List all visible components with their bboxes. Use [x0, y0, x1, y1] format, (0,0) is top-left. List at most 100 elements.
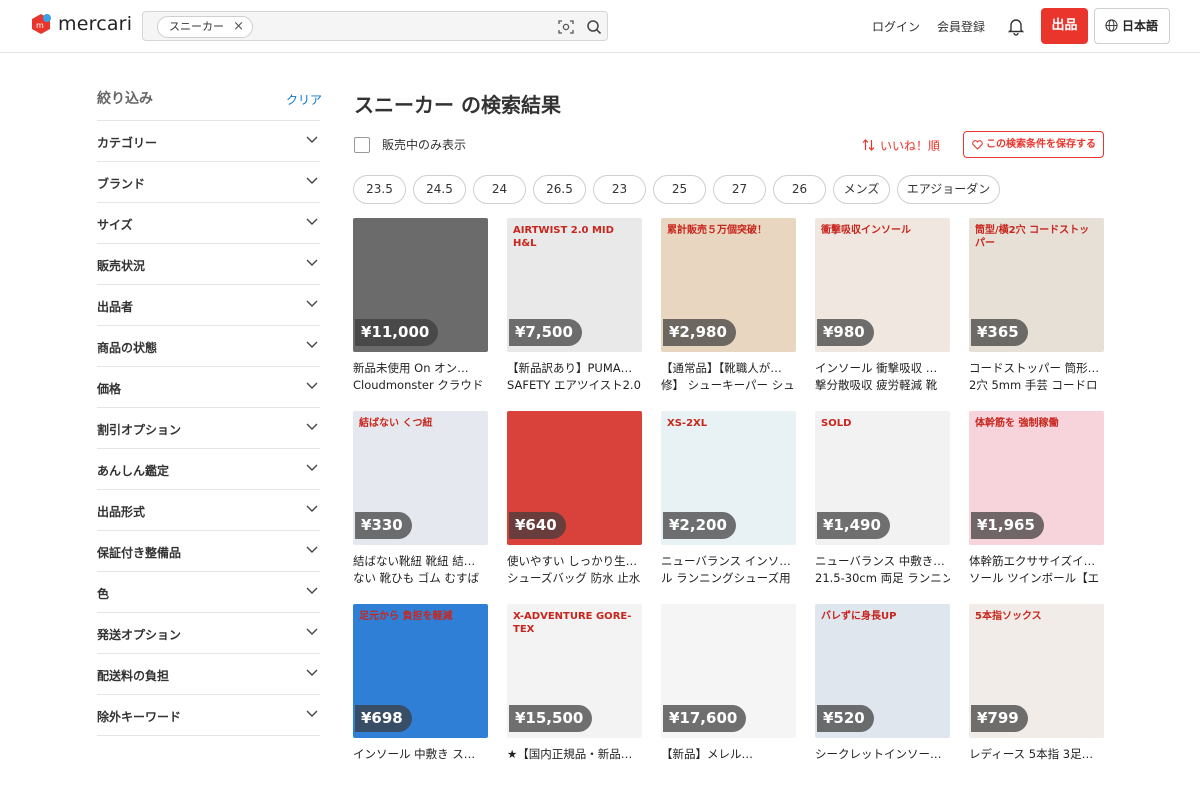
product-card[interactable]: 足元から 負担を軽減 ¥698 インソール 中敷き ス…: [353, 604, 488, 797]
product-name[interactable]: シークレットインソー…: [815, 746, 950, 763]
filter-shipping-option[interactable]: 発送オプション: [97, 613, 320, 654]
search-bar[interactable]: スニーカー ×: [142, 11, 608, 41]
filter-refurbished[interactable]: 保証付き整備品: [97, 531, 320, 572]
product-card[interactable]: AIRTWIST 2.0 MID H&L ¥7,500 【新品訳あり】PUMA… SA…: [507, 218, 642, 411]
tag-chip[interactable]: 26.5: [533, 175, 586, 204]
product-card[interactable]: ¥640 使いやすい しっかり生… シューズバッグ 防水 止水: [507, 411, 642, 604]
sort-label: いいね！順: [880, 139, 941, 153]
tag-chip[interactable]: 25: [653, 175, 706, 204]
search-icon[interactable]: [586, 19, 602, 35]
product-card[interactable]: 筒型/横2穴 コードストッパー ¥365 コードストッパー 筒形… 2穴 5mm 手芸…: [969, 218, 1104, 411]
save-search-button[interactable]: この検索条件を保存する: [963, 131, 1104, 158]
sell-button[interactable]: 出品: [1041, 8, 1088, 44]
price-tag: ¥2,200: [663, 512, 736, 539]
product-name-line: ★【国内正規品・新品…: [507, 747, 633, 761]
product-image[interactable]: ¥11,000: [353, 218, 488, 352]
filter-listing-format[interactable]: 出品形式: [97, 490, 320, 531]
product-image[interactable]: AIRTWIST 2.0 MID H&L ¥7,500: [507, 218, 642, 352]
product-name-line: 撃分散吸収 疲労軽減 靴: [815, 378, 938, 392]
filter-category[interactable]: カテゴリー: [97, 121, 320, 162]
filter-label: 出品者: [97, 300, 134, 314]
language-button[interactable]: 日本語: [1094, 8, 1170, 44]
filter-brand[interactable]: ブランド: [97, 162, 320, 203]
tag-chip[interactable]: 27: [713, 175, 766, 204]
product-image[interactable]: ¥640: [507, 411, 642, 545]
product-name[interactable]: コードストッパー 筒形… 2穴 5mm 手芸 コードロ: [969, 360, 1104, 394]
chip-close-icon[interactable]: ×: [233, 17, 244, 37]
filter-price[interactable]: 価格: [97, 367, 320, 408]
filter-seller[interactable]: 出品者: [97, 285, 320, 326]
product-name[interactable]: 新品未使用 On オン… Cloudmonster クラウド: [353, 360, 488, 394]
image-caption: AIRTWIST 2.0 MID H&L: [513, 225, 614, 249]
filter-size[interactable]: サイズ: [97, 203, 320, 244]
product-card[interactable]: 体幹筋を 強制稼働 ¥1,965 体幹筋エクササイズイ… ソール ツインボール【エ: [969, 411, 1104, 604]
product-image[interactable]: 足元から 負担を軽減 ¥698: [353, 604, 488, 738]
tag-chip[interactable]: 23: [593, 175, 646, 204]
tag-chip[interactable]: 24.5: [413, 175, 466, 204]
product-card[interactable]: SOLD ¥1,490 ニューバランス 中敷き… 21.5-30cm 両足 ランニン: [815, 411, 950, 604]
login-link[interactable]: ログイン: [872, 18, 920, 35]
notification-bell-icon[interactable]: [1006, 16, 1026, 36]
product-name[interactable]: 体幹筋エクササイズイ… ソール ツインボール【エ: [969, 553, 1104, 587]
filter-exclude-keyword[interactable]: 除外キーワード: [97, 695, 320, 736]
product-image[interactable]: 筒型/横2穴 コードストッパー ¥365: [969, 218, 1104, 352]
on-sale-checkbox[interactable]: [354, 136, 370, 153]
product-image[interactable]: 5本指ソックス ¥799: [969, 604, 1104, 738]
product-card[interactable]: 累計販売５万個突破！ ¥2,980 【通常品】【靴職人が… 修】 シューキーパー シュ: [661, 218, 796, 411]
product-name[interactable]: ニューバランス 中敷き… 21.5-30cm 両足 ランニン: [815, 553, 950, 587]
filter-condition[interactable]: 商品の状態: [97, 326, 320, 367]
product-card[interactable]: 結ばない くつ紐 ¥330 結ばない靴紐 靴紐 結… ない 靴ひも ゴム むすば: [353, 411, 488, 604]
product-name[interactable]: ニューバランス インソ… ル ランニングシューズ用: [661, 553, 796, 587]
on-sale-label: 販売中のみ表示: [382, 138, 467, 152]
chevron-down-icon: [306, 341, 318, 348]
filter-label: 販売状況: [97, 259, 146, 273]
product-image[interactable]: XS-2XL ¥2,200: [661, 411, 796, 545]
product-image[interactable]: X-ADVENTURE GORE-TEX ¥15,500: [507, 604, 642, 738]
tag-chip[interactable]: 24: [473, 175, 526, 204]
search-chip[interactable]: スニーカー ×: [157, 16, 253, 38]
product-name[interactable]: 結ばない靴紐 靴紐 結… ない 靴ひも ゴム むすば: [353, 553, 488, 587]
register-link[interactable]: 会員登録: [937, 18, 985, 35]
tag-chip[interactable]: メンズ: [833, 175, 890, 204]
product-card[interactable]: XS-2XL ¥2,200 ニューバランス インソ… ル ランニングシューズ用: [661, 411, 796, 604]
filter-list: カテゴリー ブランド サイズ 販売状況 出品者 商品の状態 価格 割引オプション…: [97, 120, 320, 736]
product-image[interactable]: 衝撃吸収インソール ¥980: [815, 218, 950, 352]
product-name[interactable]: 【新品訳あり】PUMA… SAFETY エアツイスト2.0: [507, 360, 642, 394]
chevron-down-icon: [306, 628, 318, 635]
product-card[interactable]: バレずに身長UP ¥520 シークレットインソー…: [815, 604, 950, 797]
product-image[interactable]: SOLD ¥1,490: [815, 411, 950, 545]
tag-chip[interactable]: 23.5: [353, 175, 406, 204]
filter-discount[interactable]: 割引オプション: [97, 408, 320, 449]
product-image[interactable]: バレずに身長UP ¥520: [815, 604, 950, 738]
filter-clear-link[interactable]: クリア: [286, 91, 322, 108]
mercari-logo[interactable]: m mercari: [30, 13, 132, 35]
product-card[interactable]: 衝撃吸収インソール ¥980 インソール 衝撃吸収 … 撃分散吸収 疲労軽減 靴: [815, 218, 950, 411]
product-image[interactable]: ¥17,600: [661, 604, 796, 738]
product-name[interactable]: インソール 中敷き ス…: [353, 746, 488, 763]
sort-icon: [862, 139, 875, 151]
product-name[interactable]: ★【国内正規品・新品…: [507, 746, 642, 763]
product-card[interactable]: 5本指ソックス ¥799 レディース 5本指 3足…: [969, 604, 1104, 797]
filter-color[interactable]: 色: [97, 572, 320, 613]
product-image[interactable]: 体幹筋を 強制稼働 ¥1,965: [969, 411, 1104, 545]
product-name[interactable]: レディース 5本指 3足…: [969, 746, 1104, 763]
filter-shipping-fee[interactable]: 配送料の負担: [97, 654, 320, 695]
on-sale-only-toggle[interactable]: 販売中のみ表示: [354, 136, 466, 153]
product-image[interactable]: 結ばない くつ紐 ¥330: [353, 411, 488, 545]
product-name[interactable]: インソール 衝撃吸収 … 撃分散吸収 疲労軽減 靴: [815, 360, 950, 394]
image-search-icon[interactable]: [558, 19, 574, 35]
tag-chip[interactable]: 26: [773, 175, 826, 204]
product-card[interactable]: X-ADVENTURE GORE-TEX ¥15,500 ★【国内正規品・新品…: [507, 604, 642, 797]
tag-chip[interactable]: エアジョーダン: [897, 175, 1000, 204]
product-name[interactable]: 使いやすい しっかり生… シューズバッグ 防水 止水: [507, 553, 642, 587]
filter-sale-status[interactable]: 販売状況: [97, 244, 320, 285]
product-image[interactable]: 累計販売５万個突破！ ¥2,980: [661, 218, 796, 352]
image-caption: 衝撃吸収インソール: [821, 225, 911, 236]
product-card[interactable]: ¥17,600 【新品】メレル…: [661, 604, 796, 797]
product-name[interactable]: 【新品】メレル…: [661, 746, 796, 763]
filter-authentication[interactable]: あんしん鑑定: [97, 449, 320, 490]
image-caption: 結ばない くつ紐: [359, 418, 433, 429]
product-card[interactable]: ¥11,000 新品未使用 On オン… Cloudmonster クラウド: [353, 218, 488, 411]
product-name[interactable]: 【通常品】【靴職人が… 修】 シューキーパー シュ: [661, 360, 796, 394]
sort-button[interactable]: いいね！順: [862, 137, 940, 154]
